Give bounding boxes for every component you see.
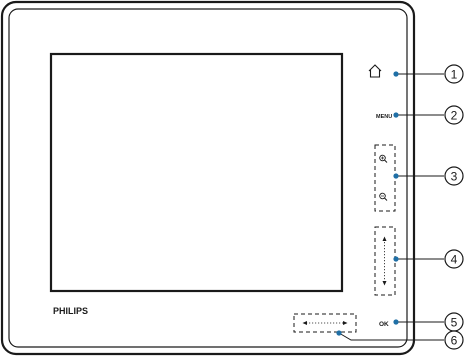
callout-6: [336, 330, 444, 341]
callout-number: 4: [451, 253, 458, 267]
callout-dot: [393, 173, 399, 179]
ok-button-label[interactable]: OK: [379, 321, 389, 328]
callout-4: [393, 256, 444, 262]
zoom-in-icon[interactable]: [379, 154, 388, 163]
callout-1: [393, 71, 444, 77]
callout-dot: [393, 112, 399, 118]
zoom-buttons-outline: [374, 144, 396, 212]
callout-number: 3: [451, 170, 458, 184]
callout-badge-3: 3: [444, 166, 464, 186]
frame-inner-border: [8, 8, 408, 348]
vertical-scroll-arrow: [382, 236, 387, 286]
callout-badge-1: 1: [444, 64, 464, 84]
callout-badge-2: 2: [444, 105, 464, 125]
callout-number: 6: [451, 334, 458, 348]
callout-dot: [393, 71, 399, 77]
callout-5: [393, 319, 444, 325]
callout-badge-6: 6: [444, 330, 464, 350]
callout-number: 5: [451, 316, 458, 330]
zoom-out-icon[interactable]: [379, 192, 388, 201]
vertical-scroll-strip[interactable]: [374, 226, 396, 296]
home-icon[interactable]: [368, 64, 382, 78]
callout-number: 2: [451, 109, 458, 123]
menu-button-label[interactable]: MENU: [376, 114, 392, 120]
horizontal-scroll-arrow: [302, 321, 348, 325]
brand-logo-text: PHILIPS: [53, 306, 88, 316]
callout-badge-5: 5: [444, 312, 464, 332]
callout-3: [393, 173, 444, 179]
callout-dot: [336, 330, 342, 336]
photo-frame-diagram: PHILIPS MENU OK 1 2 3 4 5 6: [0, 0, 464, 356]
callout-number: 1: [451, 68, 458, 82]
callout-2: [393, 112, 444, 118]
callout-dot: [393, 319, 399, 325]
callout-dot: [393, 256, 399, 262]
callout-badge-4: 4: [444, 249, 464, 269]
display-screen: [49, 52, 344, 293]
